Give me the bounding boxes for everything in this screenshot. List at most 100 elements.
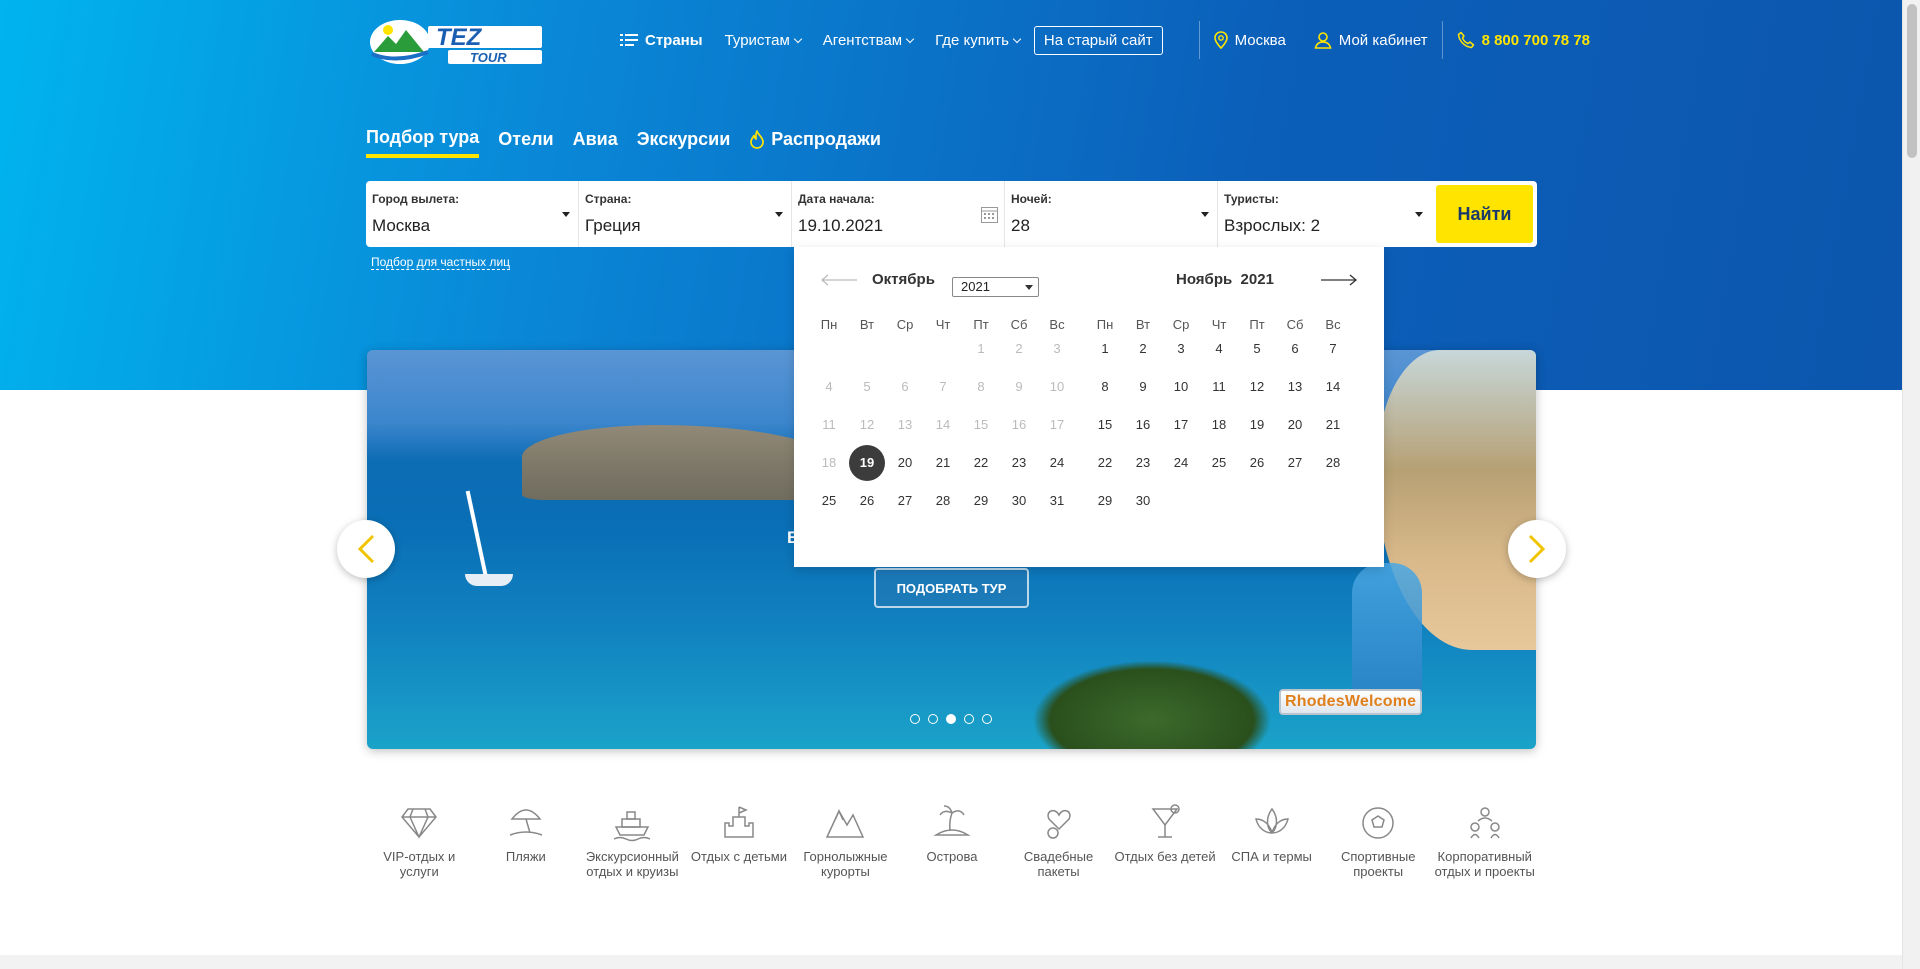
day-cell[interactable]: 21 — [1314, 413, 1352, 451]
day-cell[interactable]: 27 — [1276, 451, 1314, 489]
category-item[interactable]: Спортивные проекты — [1325, 803, 1432, 879]
calendar-icon[interactable] — [981, 206, 998, 223]
nav-where-to-buy[interactable]: Где купить — [935, 32, 1022, 49]
chevron-down-icon — [905, 34, 915, 43]
page-scrollbar[interactable] — [1902, 0, 1920, 969]
day-cell[interactable]: 5 — [1238, 337, 1276, 375]
day-cell[interactable]: 13 — [1276, 375, 1314, 413]
day-cell[interactable]: 27 — [886, 489, 924, 527]
day-cell[interactable]: 24 — [1162, 451, 1200, 489]
category-item[interactable]: Горнолыжные курорты — [792, 803, 899, 879]
mountains-icon — [826, 809, 865, 838]
nav-tourists[interactable]: Туристам — [725, 32, 803, 49]
nav-agencies[interactable]: Агентствам — [823, 32, 915, 49]
category-item[interactable]: Экскурсионный отдых и круизы — [579, 803, 686, 879]
scrollbar-thumb[interactable] — [1907, 4, 1917, 158]
nav-phone[interactable]: 8 800 700 78 78 — [1457, 31, 1590, 49]
week-row: 15 16 17 18 19 20 21 — [1086, 413, 1352, 451]
day-cell[interactable]: 2 — [1124, 337, 1162, 375]
day-cell[interactable]: 3 — [1162, 337, 1200, 375]
category-item[interactable]: СПА и термы — [1218, 803, 1325, 879]
nav-divider — [1441, 21, 1443, 59]
slider-dot[interactable] — [910, 714, 920, 724]
day-cell[interactable]: 16 — [1124, 413, 1162, 451]
day-cell[interactable]: 12 — [1238, 375, 1276, 413]
november-grid: Пн Вт Ср Чт Пт Сб Вс 1 2 3 4 5 6 7 8 9 10 11 12 13 14 15 16 17 1… — [1086, 313, 1352, 527]
right-month-title: Ноябрь 2021 — [1176, 271, 1274, 288]
day-cell[interactable]: 10 — [1162, 375, 1200, 413]
day-cell[interactable]: 8 — [1086, 375, 1124, 413]
day-cell[interactable]: 29 — [1086, 489, 1124, 527]
slider-dot-active[interactable] — [946, 714, 956, 724]
day-cell[interactable]: 15 — [1086, 413, 1124, 451]
empty-day-cell — [924, 337, 962, 375]
day-cell[interactable]: 6 — [1276, 337, 1314, 375]
tab-excursions[interactable]: Экскурсии — [637, 127, 731, 158]
day-cell[interactable]: 19 — [1238, 413, 1276, 451]
find-button[interactable]: Найти — [1436, 185, 1533, 243]
category-item[interactable]: Отдых с детьми — [686, 803, 793, 879]
day-cell[interactable]: 29 — [962, 489, 1000, 527]
cruise-ship-icon — [614, 811, 651, 842]
day-cell[interactable]: 30 — [1000, 489, 1038, 527]
slider-dot[interactable] — [928, 714, 938, 724]
nights-select[interactable]: Ночей: 28 — [1005, 181, 1218, 247]
day-cell[interactable]: 24 — [1038, 451, 1076, 489]
next-month-arrow-icon[interactable] — [1320, 274, 1358, 286]
day-cell[interactable]: 26 — [848, 489, 886, 527]
day-cell[interactable]: 31 — [1038, 489, 1076, 527]
category-item[interactable]: Отдых без детей — [1112, 803, 1219, 879]
tez-tour-logo[interactable]: TEZ TOUR — [366, 16, 544, 68]
pick-tour-button[interactable]: ПОДОБРАТЬ ТУР — [874, 568, 1029, 608]
day-cell[interactable]: 22 — [962, 451, 1000, 489]
category-item[interactable]: Пляжи — [473, 803, 580, 879]
old-site-button[interactable]: На старый сайт — [1033, 25, 1163, 55]
slider-prev-button[interactable] — [337, 520, 395, 578]
day-cell[interactable]: 25 — [1200, 451, 1238, 489]
day-cell[interactable]: 20 — [886, 451, 924, 489]
day-cell[interactable]: 11 — [1200, 375, 1238, 413]
category-item[interactable]: Острова — [899, 803, 1006, 879]
day-cell[interactable]: 26 — [1238, 451, 1276, 489]
prev-month-arrow-icon[interactable] — [820, 274, 858, 286]
slider-dot[interactable] — [964, 714, 974, 724]
tab-sales[interactable]: Распродажи — [749, 127, 881, 158]
day-cell[interactable]: 1 — [1086, 337, 1124, 375]
nav-city[interactable]: Москва — [1213, 31, 1286, 49]
diamond-icon — [401, 808, 438, 839]
day-cell[interactable]: 18 — [1200, 413, 1238, 451]
nav-countries[interactable]: Страны — [620, 32, 703, 49]
category-item[interactable]: VIP-отдых и услуги — [366, 803, 473, 879]
day-cell[interactable]: 23 — [1000, 451, 1038, 489]
day-cell[interactable]: 28 — [1314, 451, 1352, 489]
tab-avia[interactable]: Авиа — [573, 127, 618, 158]
category-label: Экскурсионный отдых и круизы — [585, 849, 679, 879]
day-cell[interactable]: 7 — [1314, 337, 1352, 375]
day-cell[interactable]: 17 — [1162, 413, 1200, 451]
day-cell[interactable]: 22 — [1086, 451, 1124, 489]
tab-tour-search[interactable]: Подбор тура — [366, 127, 480, 158]
private-persons-link[interactable]: Подбор для частных лиц — [371, 255, 511, 270]
tourists-select[interactable]: Туристы: Взрослых: 2 — [1218, 181, 1431, 247]
nav-cabinet[interactable]: Мой кабинет — [1314, 31, 1428, 49]
day-cell[interactable]: 25 — [810, 489, 848, 527]
day-cell[interactable]: 4 — [1200, 337, 1238, 375]
day-cell[interactable]: 30 — [1124, 489, 1162, 527]
day-cell[interactable]: 21 — [924, 451, 962, 489]
category-item[interactable]: Свадебные пакеты — [1005, 803, 1112, 879]
start-date-field[interactable]: Дата начала: 19.10.2021 — [792, 181, 1005, 247]
slider-next-button[interactable] — [1508, 520, 1566, 578]
country-select[interactable]: Страна: Греция — [579, 181, 792, 247]
day-cell[interactable]: 14 — [1314, 375, 1352, 413]
nav-countries-label: Страны — [645, 31, 703, 49]
day-cell[interactable]: 20 — [1276, 413, 1314, 451]
slider-dot[interactable] — [982, 714, 992, 724]
day-cell[interactable]: 28 — [924, 489, 962, 527]
selected-day[interactable]: 19 — [849, 445, 885, 481]
departure-city-select[interactable]: Город вылета: Москва — [366, 181, 579, 247]
category-item[interactable]: Корпоративный отдых и проекты — [1431, 803, 1538, 879]
tab-hotels[interactable]: Отели — [498, 127, 553, 158]
day-cell[interactable]: 23 — [1124, 451, 1162, 489]
day-cell[interactable]: 9 — [1124, 375, 1162, 413]
year-select[interactable]: 2021 — [952, 277, 1039, 297]
